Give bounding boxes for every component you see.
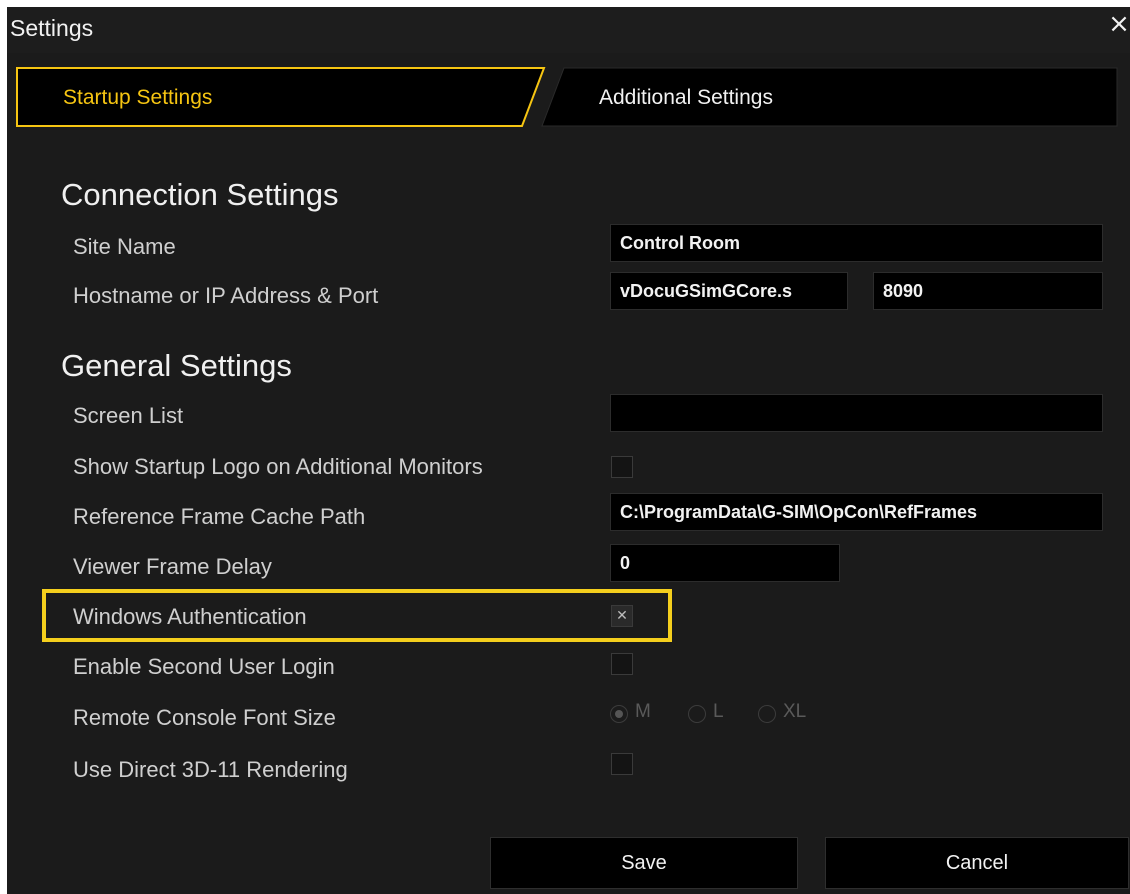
cache-path-label: Reference Frame Cache Path	[73, 504, 366, 529]
font-size-option-label: L	[713, 701, 724, 722]
port-input[interactable]: 8090	[873, 272, 1103, 310]
save-button[interactable]: Save	[490, 837, 798, 889]
tab-bar: Startup Settings Additional Settings	[7, 66, 1130, 132]
title-bar: Settings ×	[7, 7, 1130, 53]
frame-delay-input[interactable]: 0	[610, 544, 840, 582]
hostname-label: Hostname or IP Address & Port	[73, 283, 379, 308]
radio-circle-icon	[610, 705, 628, 723]
windows-authentication-checkbox[interactable]: ✕	[611, 605, 633, 627]
font-size-option-label: XL	[783, 701, 807, 722]
radio-dot-icon	[615, 710, 623, 718]
hostname-input[interactable]: vDocuGSimGCore.s	[610, 272, 848, 310]
cache-path-input[interactable]: C:\ProgramData\G-SIM\OpCon\RefFrames	[610, 493, 1103, 531]
cancel-button[interactable]: Cancel	[825, 837, 1129, 889]
general-settings-heading: General Settings	[61, 348, 292, 383]
connection-settings-heading: Connection Settings	[61, 177, 339, 212]
close-icon[interactable]: ×	[1108, 9, 1130, 39]
startup-logo-label: Show Startup Logo on Additional Monitors	[73, 454, 483, 479]
screen-list-label: Screen List	[73, 403, 184, 428]
windows-authentication-label: Windows Authentication	[73, 604, 307, 629]
font-size-radio-l[interactable]: L	[688, 701, 743, 729]
frame-delay-label: Viewer Frame Delay	[73, 554, 272, 579]
second-login-checkbox[interactable]	[611, 653, 633, 675]
screen-list-input[interactable]	[610, 394, 1103, 432]
tab-startup-settings[interactable]: Startup Settings	[63, 86, 212, 110]
site-name-label: Site Name	[73, 234, 176, 259]
font-size-option-label: M	[635, 701, 651, 722]
window-title: Settings	[10, 15, 94, 41]
radio-circle-icon	[688, 705, 706, 723]
tab-additional-settings[interactable]: Additional Settings	[599, 86, 773, 110]
checkmark-icon: ✕	[616, 608, 628, 624]
direct3d-label: Use Direct 3D-11 Rendering	[73, 757, 348, 782]
startup-logo-checkbox[interactable]	[611, 456, 633, 478]
radio-circle-icon	[758, 705, 776, 723]
font-size-radio-xl[interactable]: XL	[758, 701, 820, 729]
site-name-input[interactable]: Control Room	[610, 224, 1103, 262]
font-size-radio-m[interactable]: M	[610, 701, 670, 729]
font-size-label: Remote Console Font Size	[73, 705, 336, 730]
direct3d-checkbox[interactable]	[611, 753, 633, 775]
second-login-label: Enable Second User Login	[73, 654, 335, 679]
settings-window: Settings × Startup Settings Additional S…	[7, 7, 1130, 894]
